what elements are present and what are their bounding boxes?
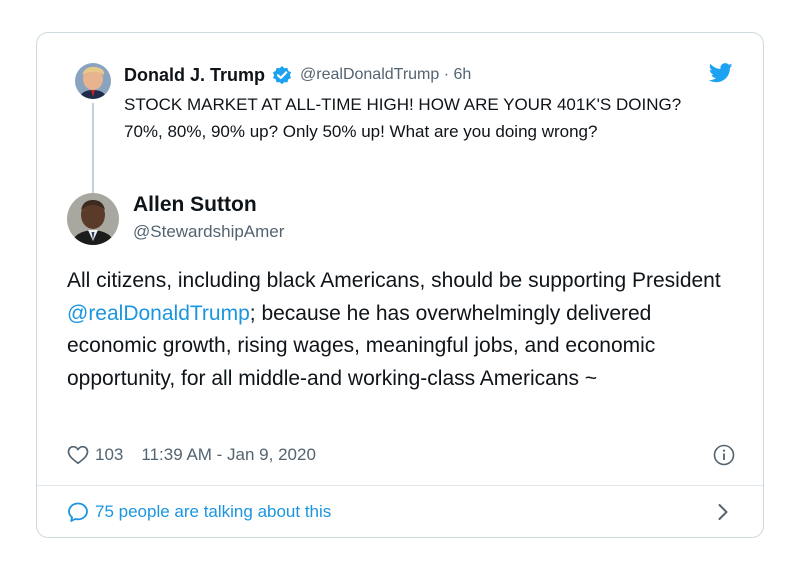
tweet-meta-row: 103 11:39 AM - Jan 9, 2020	[67, 441, 735, 469]
heart-icon[interactable]	[67, 445, 89, 465]
tweet-embed-card: Donald J. Trump @realDonaldTrump · 6h ST…	[36, 32, 764, 538]
tweet-timestamp[interactable]: 11:39 AM - Jan 9, 2020	[141, 445, 316, 465]
conversation-link[interactable]: 75 people are talking about this	[67, 499, 735, 525]
quoted-tweet-age: 6h	[453, 66, 472, 83]
speech-bubble-icon	[67, 501, 89, 523]
quoted-tweet-header: Donald J. Trump @realDonaldTrump · 6h	[124, 63, 471, 87]
like-count[interactable]: 103	[95, 445, 123, 465]
quoted-author-handle[interactable]: @realDonaldTrump · 6h	[300, 66, 471, 84]
quoted-author-name[interactable]: Donald J. Trump	[124, 65, 265, 86]
talking-about-text[interactable]: 75 people are talking about this	[95, 502, 331, 522]
quoted-author-avatar[interactable]	[75, 63, 111, 99]
verified-badge-icon	[272, 65, 292, 85]
mention-link[interactable]: @realDonaldTrump	[67, 302, 250, 325]
author-name[interactable]: Allen Sutton	[133, 193, 257, 217]
author-handle[interactable]: @StewardshipAmer	[133, 222, 284, 242]
twitter-bird-icon[interactable]	[708, 63, 733, 83]
info-icon[interactable]	[713, 444, 735, 466]
tweet-text-part-1: All citizens, including black Americans,…	[67, 269, 721, 292]
tweet-text: All citizens, including black Americans,…	[67, 265, 737, 395]
footer-divider	[37, 485, 763, 486]
chevron-right-icon[interactable]	[717, 503, 729, 521]
author-avatar[interactable]	[67, 193, 119, 245]
quoted-tweet-text: STOCK MARKET AT ALL-TIME HIGH! HOW ARE Y…	[124, 95, 682, 141]
